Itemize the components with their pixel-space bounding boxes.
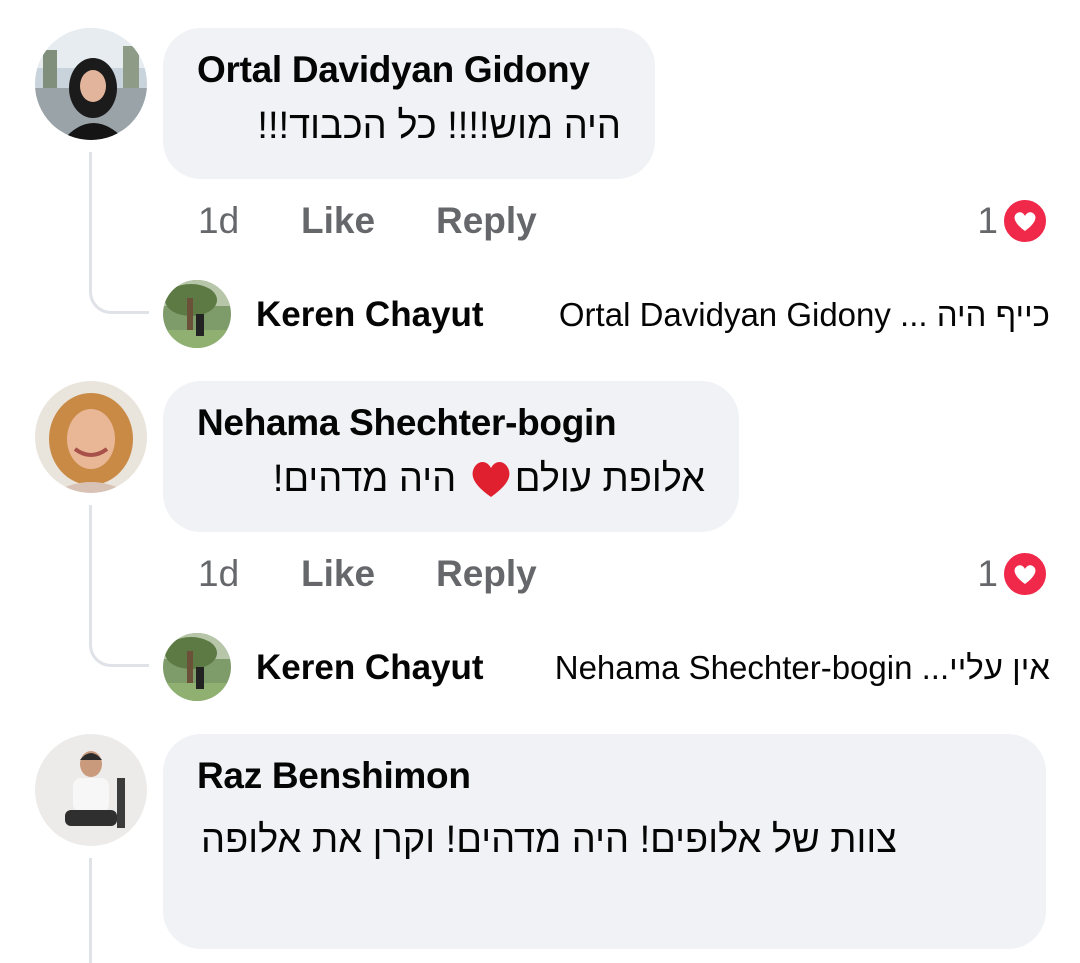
reply-preview[interactable]: Keren Chayut Nehama Shechter-bogin ...אי… [256, 643, 1050, 693]
reply-text[interactable]: Ortal Davidyan Gidony ... כייף היה [559, 290, 1050, 340]
love-reaction-icon [1002, 551, 1048, 597]
reaction-summary[interactable]: 1 [977, 196, 1048, 246]
comment-actions: 1d Like Reply [198, 549, 1080, 599]
like-button[interactable]: Like [301, 549, 375, 599]
reply-button[interactable]: Reply [436, 549, 537, 599]
thread-line [89, 505, 92, 639]
thread-line [89, 152, 92, 286]
avatar[interactable] [35, 28, 147, 140]
avatar[interactable] [35, 734, 147, 846]
reply-text[interactable]: Nehama Shechter-bogin ...אין עליי [555, 643, 1050, 693]
comment-timestamp[interactable]: 1d [198, 196, 239, 246]
avatar[interactable] [163, 280, 231, 348]
comment-bubble: Raz Benshimon צוות של אלופים! היה מדהים!… [163, 734, 1046, 949]
thread-line [89, 858, 92, 963]
comment-text-part: אלופת עולם [514, 458, 705, 500]
reaction-count: 1 [977, 200, 998, 241]
reply-author[interactable]: Keren Chayut [256, 643, 484, 693]
like-button[interactable]: Like [301, 196, 375, 246]
comment-text: היה מוש!!!! כל הכבוד!!! [257, 105, 621, 147]
comment-actions: 1d Like Reply [198, 196, 1080, 246]
avatar[interactable] [35, 381, 147, 493]
reaction-count: 1 [977, 553, 998, 594]
reply-author[interactable]: Keren Chayut [256, 290, 484, 340]
comment-text: צוות של אלופים! היה מדהים! וקרן את אלופה [201, 819, 897, 861]
thread-connector [89, 633, 149, 667]
reply-preview[interactable]: Keren Chayut Ortal Davidyan Gidony ... כ… [256, 290, 1050, 340]
comment-text-part: היה מדהים! [272, 458, 467, 500]
love-reaction-icon [1002, 198, 1048, 244]
comment-bubble: Nehama Shechter-bogin אלופת עולם היה מדה… [163, 381, 739, 532]
comment-timestamp[interactable]: 1d [198, 549, 239, 599]
reaction-summary[interactable]: 1 [977, 549, 1048, 599]
red-heart-emoji [472, 462, 510, 497]
comment-text: אלופת עולם היה מדהים! [197, 455, 705, 503]
comment-author[interactable]: Ortal Davidyan Gidony [197, 48, 621, 92]
comment-author[interactable]: Raz Benshimon [197, 754, 1012, 798]
thread-connector [89, 280, 149, 314]
comment-bubble: Ortal Davidyan Gidony היה מוש!!!! כל הכב… [163, 28, 655, 179]
reply-button[interactable]: Reply [436, 196, 537, 246]
comment-author[interactable]: Nehama Shechter-bogin [197, 401, 705, 445]
avatar[interactable] [163, 633, 231, 701]
